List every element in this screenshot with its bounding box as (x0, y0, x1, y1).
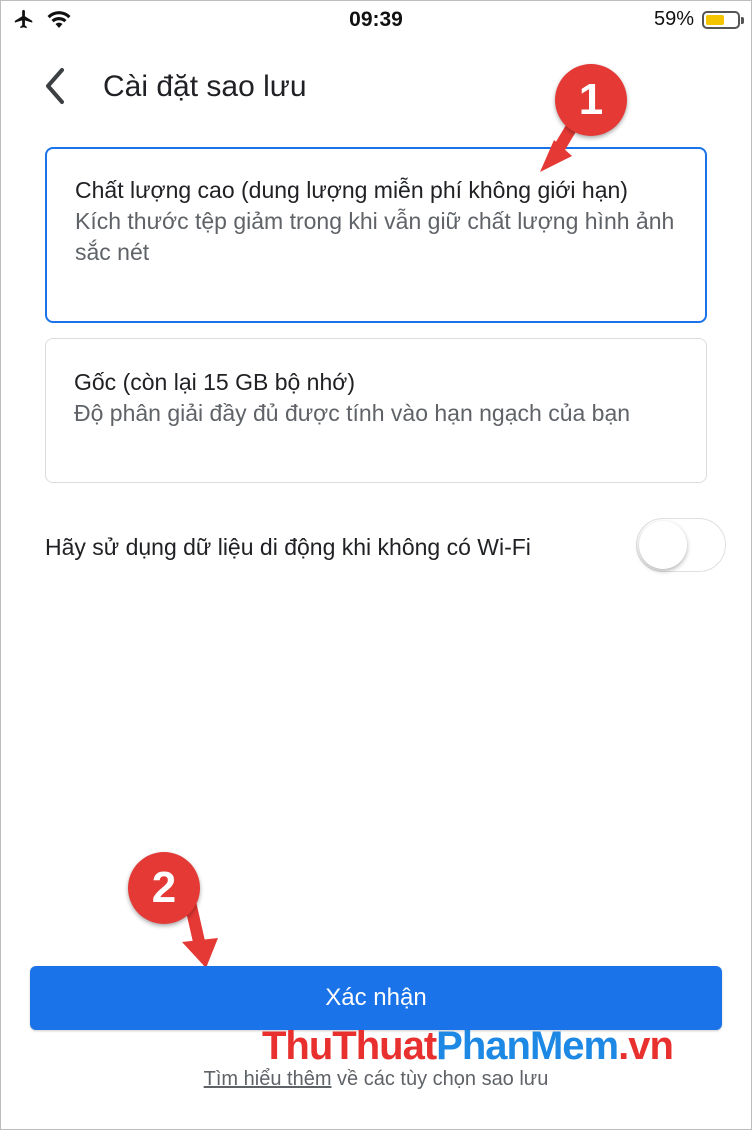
chevron-left-icon (40, 66, 68, 111)
annotation-marker-1: 1 (528, 64, 638, 184)
confirm-button[interactable]: Xác nhận (30, 966, 722, 1030)
status-bar: 09:39 59% (0, 0, 752, 40)
battery-fill (706, 14, 724, 25)
battery-icon (702, 10, 744, 29)
status-time: 09:39 (349, 8, 403, 31)
annotation-number: 2 (128, 852, 200, 924)
toggle-knob (639, 521, 687, 569)
learn-more-link[interactable]: Tìm hiểu thêm (204, 1068, 332, 1090)
mobile-data-toggle[interactable] (636, 518, 726, 572)
back-button[interactable] (34, 66, 74, 111)
option-description: Độ phân giải đầy đủ được tính vào hạn ng… (74, 400, 631, 426)
watermark: ThuThuatPhanMem.vn (262, 1024, 674, 1068)
status-right: 59% (653, 8, 744, 31)
page-title: Cài đặt sao lưu (103, 70, 307, 103)
annotation-number: 1 (555, 64, 627, 136)
battery-percent: 59% (653, 8, 694, 30)
learn-more-rest: về các tùy chọn sao lưu (331, 1068, 549, 1090)
option-title: Gốc (còn lại 15 GB bộ nhớ) (74, 369, 355, 395)
option-original[interactable]: Gốc (còn lại 15 GB bộ nhớ) Độ phân giải … (45, 338, 707, 483)
annotation-marker-2: 2 (128, 852, 228, 970)
learn-more-text: Tìm hiểu thêm về các tùy chọn sao lưu (0, 1068, 752, 1091)
mobile-data-label: Hãy sử dụng dữ liệu di động khi không có… (45, 534, 531, 560)
option-description: Kích thước tệp giảm trong khi vẫn giữ ch… (75, 208, 675, 265)
